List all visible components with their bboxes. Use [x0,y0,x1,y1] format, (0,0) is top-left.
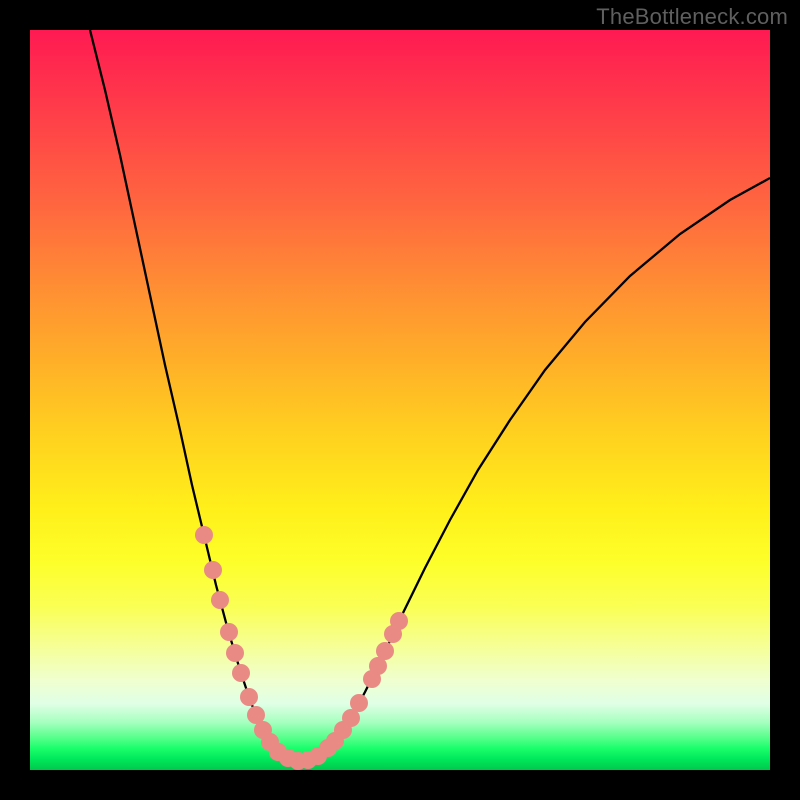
chart-svg [30,30,770,770]
plot-area [30,30,770,770]
bottleneck-curve [90,30,770,761]
marker-layer [195,526,408,770]
data-marker [220,623,238,641]
data-marker [195,526,213,544]
data-marker [390,612,408,630]
data-marker [211,591,229,609]
data-marker [240,688,258,706]
data-marker [232,664,250,682]
chart-frame: TheBottleneck.com [0,0,800,800]
data-marker [350,694,368,712]
curve-layer [90,30,770,761]
watermark-text: TheBottleneck.com [596,4,788,30]
data-marker [226,644,244,662]
data-marker [204,561,222,579]
data-marker [376,642,394,660]
